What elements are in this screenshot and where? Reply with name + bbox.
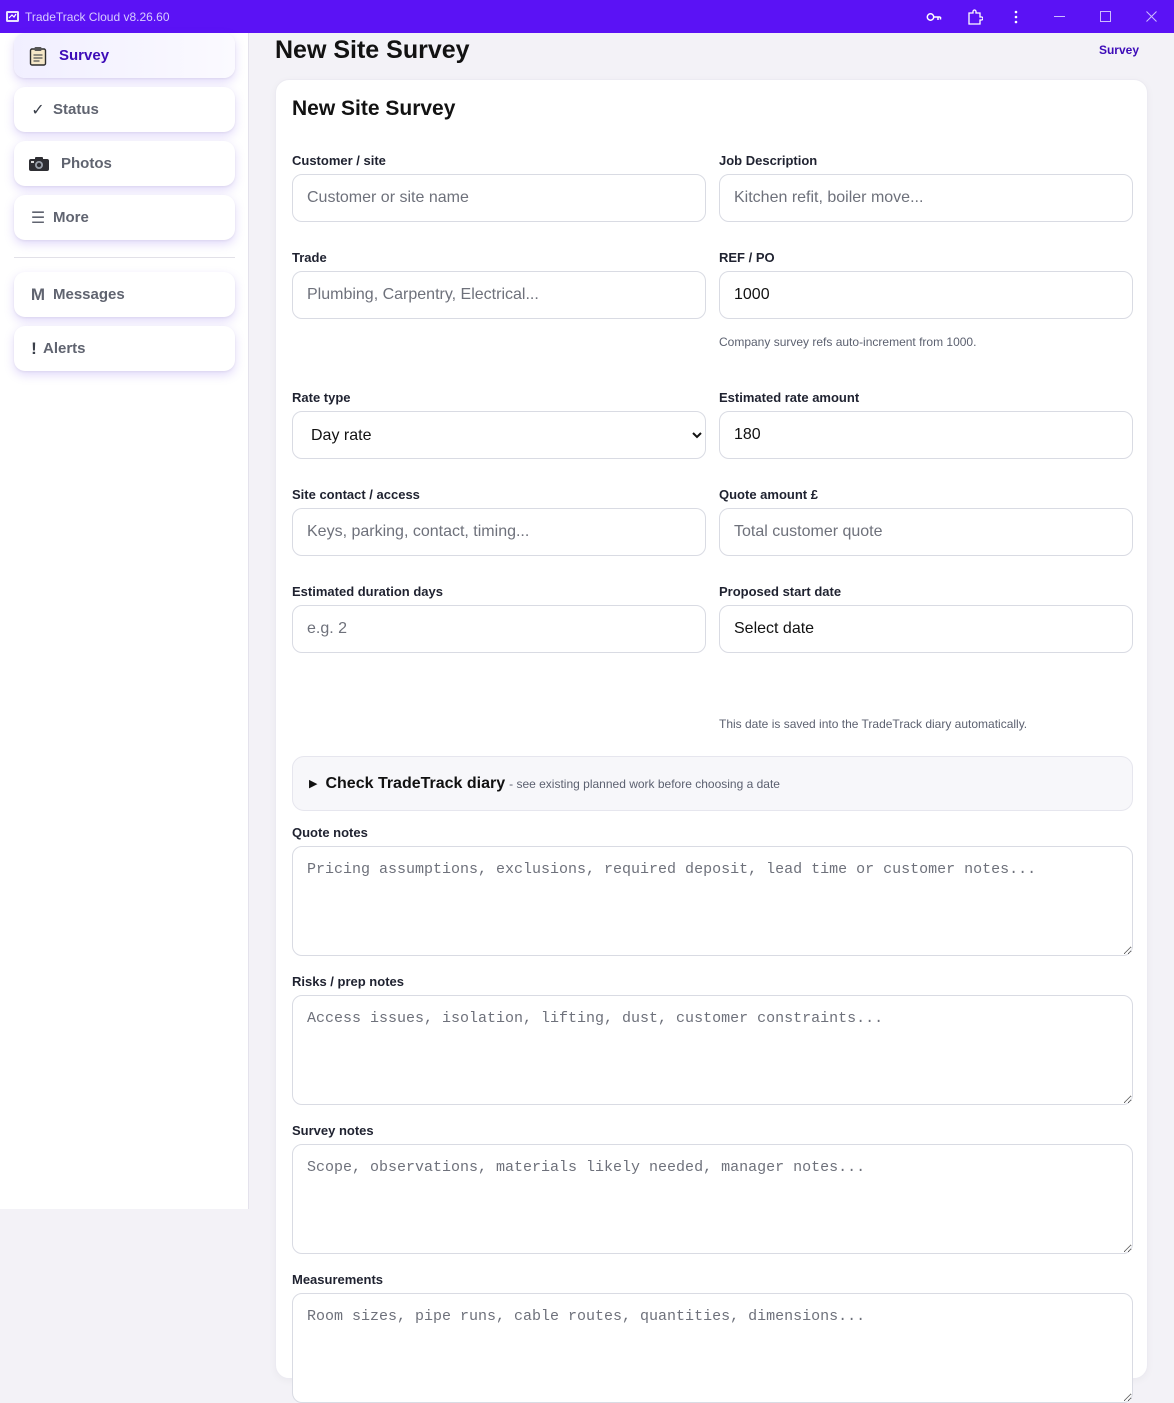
risks-label: Risks / prep notes	[292, 974, 404, 989]
start-date-hint: This date is saved into the TradeTrack d…	[719, 717, 1028, 731]
diary-subtitle: - see existing planned work before choos…	[509, 776, 780, 791]
start-date-input[interactable]	[719, 605, 1133, 653]
duration-input[interactable]	[292, 605, 706, 653]
sidebar-item-label: Photos	[61, 155, 112, 172]
job-description-input[interactable]	[719, 174, 1133, 222]
quote-notes-label: Quote notes	[292, 825, 368, 840]
clipboard-icon	[27, 46, 49, 66]
trade-input[interactable]	[292, 271, 706, 319]
trade-label: Trade	[292, 250, 327, 265]
form-title: New Site Survey	[292, 97, 456, 120]
close-icon[interactable]	[1128, 0, 1174, 33]
window-title: TradeTrack Cloud v8.26.60	[25, 9, 170, 24]
measurements-label: Measurements	[292, 1272, 384, 1287]
quote-amount-label: Quote amount £	[719, 487, 818, 502]
sidebar-item-label: Survey	[59, 47, 110, 64]
sidebar-item-label: More	[53, 209, 89, 226]
sidebar-item-label: Messages	[53, 286, 125, 303]
risks-textarea[interactable]	[292, 995, 1133, 1105]
breadcrumb[interactable]: Survey	[1099, 43, 1139, 57]
job-description-label: Job Description	[719, 153, 818, 168]
checkmark-icon: ✓	[31, 101, 45, 119]
sidebar-item-photos[interactable]: Photos	[14, 141, 235, 186]
start-date-label: Proposed start date	[719, 584, 842, 599]
sidebar-item-label: Status	[53, 101, 99, 118]
diary-title: Check TradeTrack diary	[325, 774, 506, 792]
diary-toggle[interactable]: ▶ Check TradeTrack diary - see existing …	[292, 756, 1133, 811]
maximize-icon[interactable]	[1082, 0, 1128, 33]
rate-type-select[interactable]: Day rate	[292, 411, 706, 459]
sidebar-item-survey[interactable]: Survey	[14, 33, 235, 78]
rate-amount-label: Estimated rate amount	[719, 390, 860, 405]
sidebar-item-label: Alerts	[43, 340, 86, 357]
alert-icon: !	[31, 338, 37, 358]
window-title-bar: TradeTrack Cloud v8.26.60	[0, 0, 1174, 33]
ref-po-hint: Company survey refs auto-increment from …	[719, 335, 977, 349]
quote-amount-input[interactable]	[719, 508, 1133, 556]
site-contact-input[interactable]	[292, 508, 706, 556]
menu-icon: ☰	[30, 209, 46, 227]
quote-notes-textarea[interactable]	[292, 846, 1133, 956]
customer-label: Customer / site	[292, 153, 386, 168]
sidebar-item-status[interactable]: ✓ Status	[14, 87, 235, 132]
sidebar-divider	[14, 257, 235, 258]
minimize-icon[interactable]	[1036, 0, 1082, 33]
expand-triangle-icon: ▶	[309, 778, 318, 790]
app-icon	[4, 9, 20, 25]
customer-input[interactable]	[292, 174, 706, 222]
key-icon[interactable]	[913, 0, 954, 33]
more-options-icon[interactable]	[995, 0, 1036, 33]
rate-amount-input[interactable]	[719, 411, 1133, 459]
site-contact-label: Site contact / access	[292, 487, 420, 502]
ref-po-input[interactable]	[719, 271, 1133, 319]
ref-po-label: REF / PO	[719, 250, 775, 265]
duration-label: Estimated duration days	[292, 584, 443, 599]
measurements-textarea[interactable]	[292, 1293, 1133, 1403]
page-title: New Site Survey	[275, 36, 470, 64]
sidebar-item-messages[interactable]: M Messages	[14, 272, 235, 317]
sidebar-item-alerts[interactable]: ! Alerts	[14, 326, 235, 371]
camera-icon	[27, 156, 51, 172]
rate-type-label: Rate type	[292, 390, 351, 405]
extensions-icon[interactable]	[954, 0, 995, 33]
messages-icon: M	[30, 284, 46, 304]
survey-notes-label: Survey notes	[292, 1123, 374, 1138]
survey-form-card: New Site Survey Customer / site Job Desc…	[275, 79, 1148, 1403]
sidebar-item-more[interactable]: ☰ More	[14, 195, 235, 240]
sidebar: Survey ✓ Status Photos ☰ More M Messages…	[0, 33, 249, 1209]
survey-notes-textarea[interactable]	[292, 1144, 1133, 1254]
